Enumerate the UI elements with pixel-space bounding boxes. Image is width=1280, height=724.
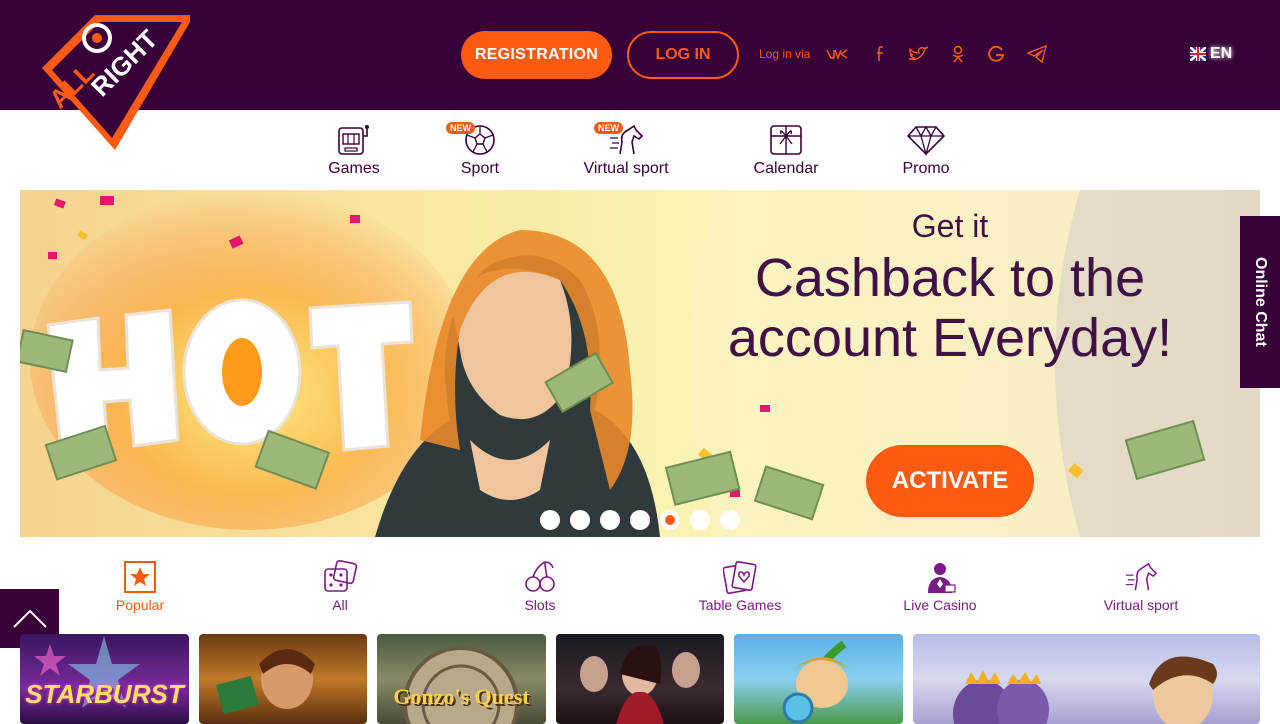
nav-item-calendar[interactable]: Calendar xyxy=(750,110,822,190)
language-selector[interactable]: EN xyxy=(1190,45,1232,63)
main-nav: Games NEW Sport NEW Virtual sport Calend… xyxy=(0,110,1280,190)
cards-icon xyxy=(723,560,757,594)
chevron-up-icon xyxy=(12,609,47,628)
carousel-dot[interactable] xyxy=(570,510,590,530)
banner-subtitle: Get it xyxy=(911,208,989,244)
nav-item-virtual-sport[interactable]: NEW Virtual sport xyxy=(578,110,674,190)
google-icon[interactable] xyxy=(985,44,1007,64)
game-artwork xyxy=(782,640,850,724)
banner-title: Cashback to the account Everyday! xyxy=(727,248,1173,368)
game-artwork xyxy=(215,649,315,715)
category-label: Live Casino xyxy=(903,597,977,613)
carousel-dot[interactable] xyxy=(690,510,710,530)
nav-item-label: Games xyxy=(328,160,380,177)
game-categories: Popular All Slots Table Games Live Casin… xyxy=(0,560,1280,620)
game-title: Gonzo's Quest xyxy=(393,684,530,709)
game-tile-blood-suckers[interactable] xyxy=(556,634,724,724)
carousel-dots xyxy=(540,510,740,530)
cherry-icon xyxy=(525,561,555,592)
star-icon xyxy=(124,561,156,593)
game-title: STARBURST xyxy=(25,679,184,709)
nav-item-label: Virtual sport xyxy=(583,160,669,177)
nav-item-games[interactable]: Games xyxy=(326,110,382,190)
category-popular[interactable]: Popular xyxy=(110,560,170,613)
odnoklassniki-icon[interactable] xyxy=(947,44,969,64)
vk-icon[interactable] xyxy=(826,44,848,64)
carousel-dot-active[interactable] xyxy=(660,510,680,530)
game-tile-gonzos-quest[interactable]: Gonzo's Quest xyxy=(377,634,546,724)
category-label: Table Games xyxy=(698,597,782,613)
dealer-icon xyxy=(928,563,956,593)
registration-button[interactable]: REGISTRATION xyxy=(461,31,612,79)
horse-icon xyxy=(1125,562,1158,591)
new-badge: NEW xyxy=(594,122,623,134)
category-label: Virtual sport xyxy=(1103,597,1179,613)
gift-calendar-icon xyxy=(770,125,802,155)
slot-machine-icon xyxy=(338,125,369,155)
carousel-dot[interactable] xyxy=(720,510,740,530)
uk-flag-icon xyxy=(1190,47,1206,61)
dice-icon xyxy=(324,560,357,592)
nav-item-promo[interactable]: Promo xyxy=(898,110,954,190)
facebook-icon[interactable] xyxy=(870,44,892,64)
category-label: Popular xyxy=(115,597,165,613)
category-label: Slots xyxy=(524,597,556,613)
nav-item-label: Calendar xyxy=(753,160,819,177)
carousel-dot[interactable] xyxy=(630,510,650,530)
nav-item-label: Promo xyxy=(902,160,950,177)
category-label: All xyxy=(332,597,348,613)
diamond-icon xyxy=(906,125,946,156)
carousel-dot[interactable] xyxy=(540,510,560,530)
game-tile-featured[interactable] xyxy=(913,634,1260,724)
game-tile-starburst[interactable]: STARBURST xyxy=(20,634,189,724)
category-live-casino[interactable]: Live Casino xyxy=(900,560,980,613)
activate-button[interactable]: ACTIVATE xyxy=(866,445,1034,517)
game-tile-jack-and-beanstalk[interactable] xyxy=(734,634,903,724)
category-table-games[interactable]: Table Games xyxy=(690,560,790,613)
carousel-dot[interactable] xyxy=(600,510,620,530)
new-badge: NEW xyxy=(446,122,475,134)
category-slots[interactable]: Slots xyxy=(510,560,570,613)
promo-banner[interactable]: Get it Cashback to the account Everyday!… xyxy=(20,190,1260,537)
language-code: EN xyxy=(1210,45,1233,62)
online-chat-label: Online Chat xyxy=(1252,257,1269,347)
game-artwork xyxy=(403,646,519,724)
twitter-icon[interactable] xyxy=(907,44,929,64)
login-via-label: Log in via xyxy=(759,47,811,61)
category-virtual-sport[interactable]: Virtual sport xyxy=(1096,560,1186,613)
nav-item-label: Sport xyxy=(460,160,500,177)
online-chat-button[interactable]: Online Chat xyxy=(1240,216,1280,388)
game-artwork xyxy=(953,656,1217,724)
telegram-icon[interactable] xyxy=(1026,44,1048,64)
category-all[interactable]: All xyxy=(310,560,370,613)
game-artwork xyxy=(580,645,700,724)
game-tile-book-of-dead[interactable] xyxy=(199,634,367,724)
login-button[interactable]: LOG IN xyxy=(627,31,739,79)
nav-item-sport[interactable]: NEW Sport xyxy=(446,110,508,190)
